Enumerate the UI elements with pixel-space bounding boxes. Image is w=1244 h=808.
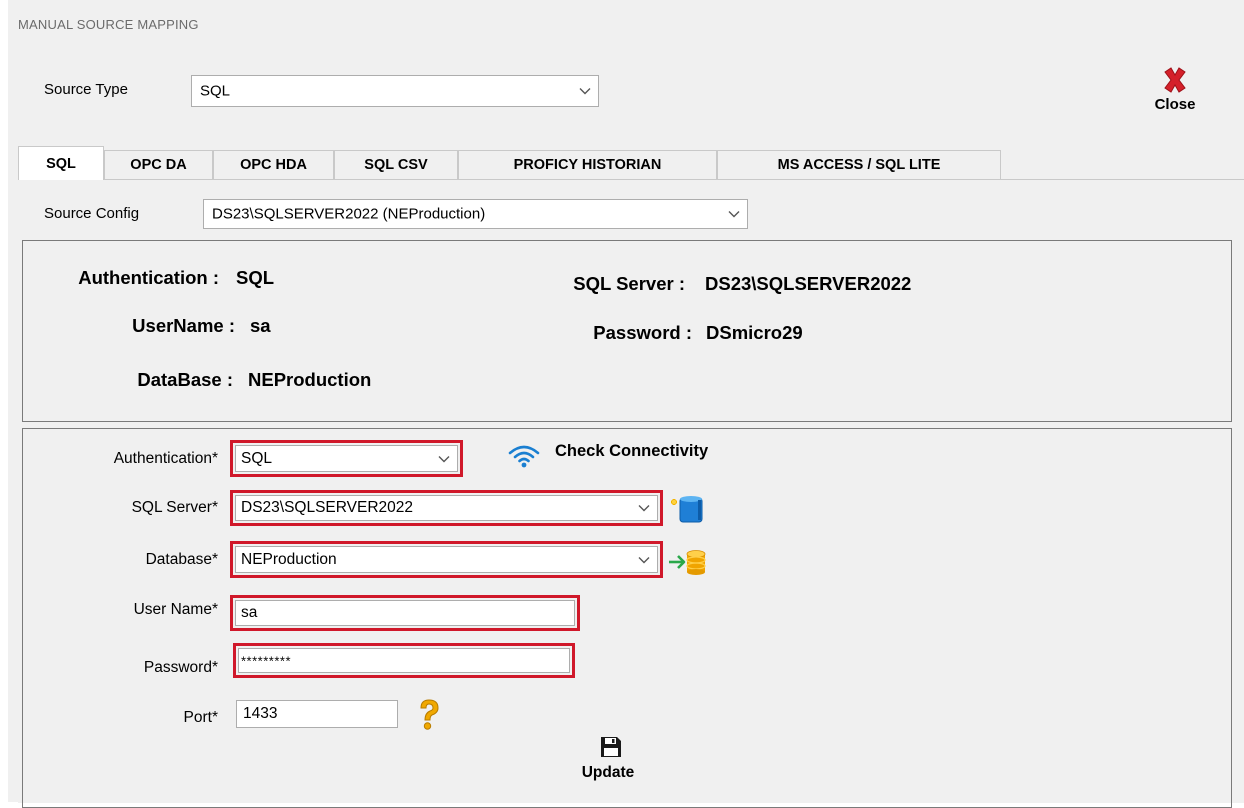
user-name-value: sa [241, 604, 258, 621]
source-type-select[interactable]: SQL [191, 75, 599, 107]
summary-username-label: UserName : [132, 315, 235, 336]
tab-sql[interactable]: SQL [18, 146, 104, 180]
database-select[interactable]: NEProduction [235, 546, 658, 573]
source-type-label: Source Type [44, 81, 128, 98]
tab-ms-access-sql-lite[interactable]: MS ACCESS / SQL LITE [717, 150, 1001, 179]
server-database-icon [671, 496, 703, 523]
check-connectivity-button[interactable]: Check Connectivity [505, 440, 775, 470]
user-name-input[interactable]: sa [235, 600, 575, 626]
password-label: Password* [143, 659, 218, 676]
password-value: ********* [241, 653, 292, 668]
chevron-down-icon [579, 88, 591, 95]
wifi-icon [508, 445, 540, 468]
summary-password-label: Password : [593, 322, 692, 343]
source-config-value: DS23\SQLSERVER2022 (NEProduction) [212, 205, 486, 223]
browse-databases-button[interactable] [667, 548, 709, 576]
browse-sql-servers-button[interactable] [668, 494, 706, 524]
help-question-icon [420, 699, 439, 730]
chevron-down-icon [438, 455, 450, 462]
window-title: MANUAL SOURCE MAPPING [18, 17, 199, 32]
source-type-value: SQL [200, 82, 231, 100]
sql-server-label: SQL Server* [131, 499, 218, 516]
tab-strip: SQL OPC DA OPC HDA SQL CSV PROFICY HISTO… [18, 146, 1018, 180]
port-value: 1433 [243, 705, 278, 722]
summary-sql-server-value: DS23\SQLSERVER2022 [705, 273, 912, 294]
port-input[interactable]: 1433 [236, 700, 398, 728]
update-label: Update [581, 764, 635, 781]
summary-authentication-label: Authentication : [78, 267, 219, 288]
update-button[interactable]: Update [568, 734, 648, 786]
summary-database-value: NEProduction [248, 369, 372, 390]
summary-password-value: DSmicro29 [706, 322, 803, 343]
port-label: Port* [183, 709, 218, 726]
authentication-select[interactable]: SQL [235, 445, 458, 472]
tab-sql-csv[interactable]: SQL CSV [334, 150, 458, 179]
check-connectivity-label: Check Connectivity [555, 442, 709, 460]
help-button[interactable] [412, 696, 446, 732]
source-config-label: Source Config [44, 205, 140, 222]
chevron-down-icon [638, 556, 650, 563]
user-name-label: User Name* [133, 601, 218, 618]
sql-server-value: DS23\SQLSERVER2022 [241, 499, 414, 516]
password-input[interactable]: ********* [238, 648, 570, 673]
tab-proficy-historian[interactable]: PROFICY HISTORIAN [458, 150, 717, 179]
tab-opc-da[interactable]: OPC DA [104, 150, 213, 179]
source-config-select[interactable]: DS23\SQLSERVER2022 (NEProduction) [203, 199, 748, 229]
floppy-disk-icon [601, 737, 621, 757]
close-label: Close [1154, 96, 1196, 113]
database-label: Database* [145, 551, 218, 568]
summary-sql-server-label: SQL Server : [573, 273, 685, 294]
authentication-label: Authentication* [113, 450, 218, 467]
close-x-icon [1164, 67, 1186, 93]
database-value: NEProduction [241, 550, 337, 568]
summary-database-label: DataBase : [137, 369, 233, 390]
chevron-down-icon [638, 505, 650, 512]
sql-server-select[interactable]: DS23\SQLSERVER2022 [235, 495, 658, 521]
chevron-down-icon [728, 211, 740, 218]
summary-authentication-value: SQL [236, 267, 275, 288]
close-button[interactable]: Close [1140, 64, 1210, 116]
summary-username-value: sa [250, 315, 271, 336]
authentication-value: SQL [241, 449, 273, 467]
tab-opc-hda[interactable]: OPC HDA [213, 150, 334, 179]
database-arrow-icon [669, 550, 706, 575]
